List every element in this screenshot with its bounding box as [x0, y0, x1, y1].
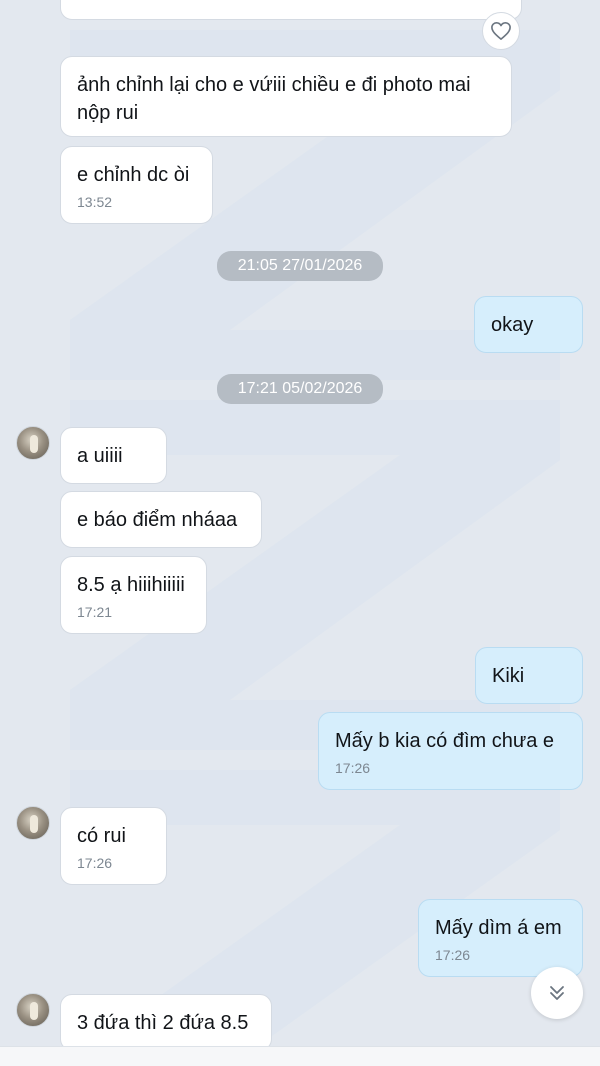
- message-text: 8.5 ạ hiiihiiiii: [77, 574, 185, 596]
- message-bubble-incoming[interactable]: 3 đứa thì 2 đứa 8.5: [60, 994, 272, 1051]
- message-text: 3 đứa thì 2 đứa 8.5: [77, 1012, 249, 1034]
- composer-bar-edge: [0, 1046, 600, 1066]
- message-text: e chỉnh dc òi: [77, 164, 190, 186]
- message-timestamp: 17:26: [77, 855, 113, 871]
- message-timestamp: 17:26: [335, 760, 371, 776]
- message-timestamp: 17:21: [77, 604, 113, 620]
- message-bubble-incoming[interactable]: 8.5 ạ hiiihiiiii 17:21: [60, 556, 207, 634]
- message-bubble-outgoing[interactable]: Mấy b kia có đìm chưa e 17:26: [318, 712, 583, 790]
- message-bubble-outgoing[interactable]: Mấy dìm á em 17:26: [418, 899, 583, 977]
- message-bubble-incoming[interactable]: a uiiii: [60, 427, 167, 484]
- message-text: có rui: [77, 825, 126, 847]
- contact-avatar[interactable]: [16, 426, 50, 460]
- message-text: a uiiii: [77, 445, 123, 467]
- message-timestamp: 13:52: [77, 194, 113, 210]
- message-bubble-incoming[interactable]: có rui 17:26: [60, 807, 167, 885]
- date-divider: 17:21 05/02/2026: [217, 374, 383, 404]
- message-text: Mấy b kia có đìm chưa e: [335, 730, 555, 752]
- chevron-double-down-icon: [550, 986, 564, 1000]
- message-bubble-partial[interactable]: [60, 0, 522, 20]
- message-timestamp: 17:26: [435, 947, 471, 963]
- message-text: ảnh chỉnh lại cho e vứiii chiều e đi pho…: [77, 74, 471, 124]
- message-bubble-outgoing[interactable]: Kiki: [475, 647, 583, 704]
- message-text: okay: [491, 314, 534, 336]
- message-bubble-outgoing[interactable]: okay: [474, 296, 583, 353]
- reaction-button[interactable]: [482, 12, 520, 50]
- message-bubble-incoming[interactable]: ảnh chỉnh lại cho e vứiii chiều e đi pho…: [60, 56, 512, 137]
- message-text: e báo điểm nháaa: [77, 509, 238, 531]
- message-text: Mấy dìm á em: [435, 917, 562, 939]
- heart-icon: [491, 22, 511, 40]
- contact-avatar[interactable]: [16, 993, 50, 1027]
- scroll-to-bottom-button[interactable]: [531, 967, 583, 1019]
- date-divider: 21:05 27/01/2026: [217, 251, 383, 281]
- contact-avatar[interactable]: [16, 806, 50, 840]
- message-text: Kiki: [492, 665, 525, 687]
- message-bubble-incoming[interactable]: e chỉnh dc òi 13:52: [60, 146, 213, 224]
- message-bubble-incoming[interactable]: e báo điểm nháaa: [60, 491, 262, 548]
- chat-thread[interactable]: ảnh chỉnh lại cho e vứiii chiều e đi pho…: [0, 0, 600, 1066]
